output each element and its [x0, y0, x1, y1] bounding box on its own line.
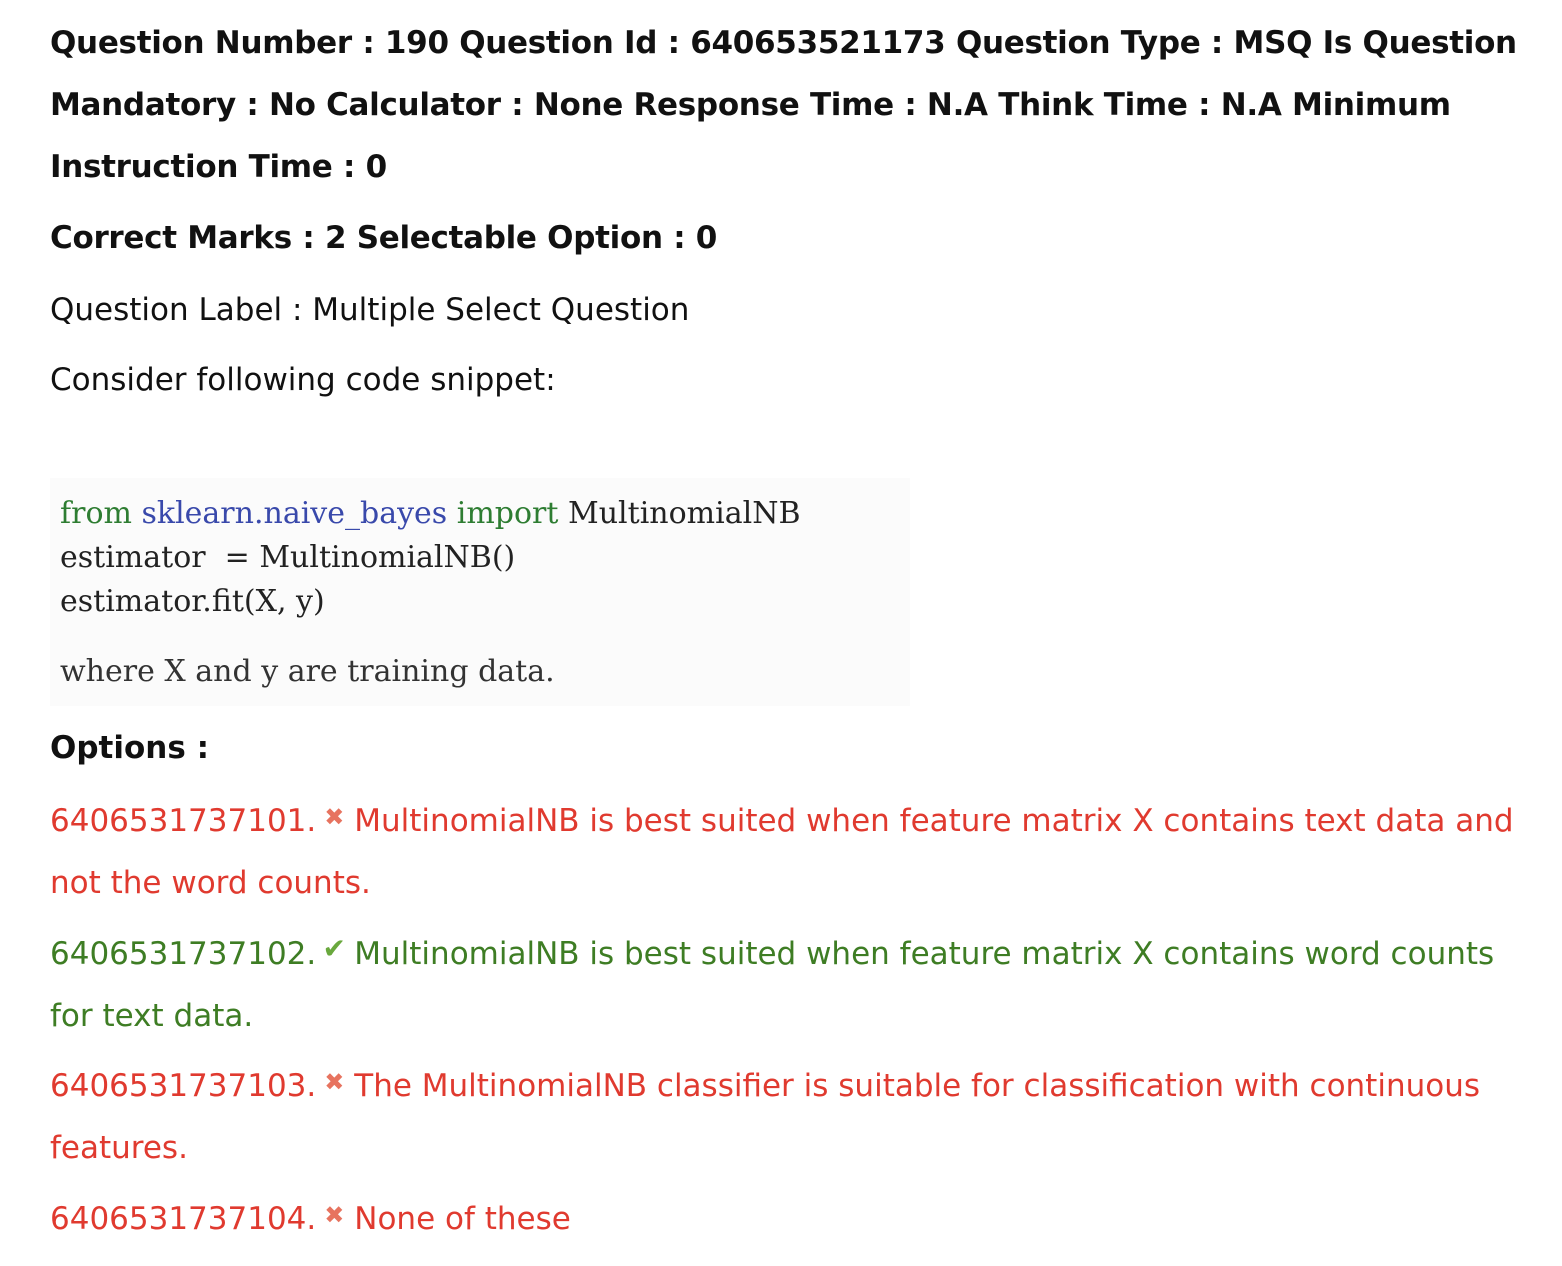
code-module: sklearn.naive_bayes [141, 496, 448, 531]
code-keyword-import: import [456, 496, 559, 531]
option-id: 6406531737104. [50, 1201, 317, 1237]
options-heading: Options : [50, 730, 209, 766]
code-note: where X and y are training data. [60, 654, 555, 689]
question-label: Question Label : Multiple Select Questio… [50, 292, 690, 328]
code-line-3: estimator.fit(X, y) [60, 584, 325, 619]
code-block: from sklearn.naive_bayes import Multinom… [60, 492, 801, 624]
code-class: MultinomialNB [568, 496, 801, 531]
question-meta: Question Number : 190 Question Id : 6406… [50, 25, 1517, 185]
question-text: Consider following code snippet: [50, 362, 556, 398]
option-2: 6406531737102. ✔ MultinomialNB is best sui… [50, 918, 1530, 1047]
option-id: 6406531737103. [50, 1068, 317, 1104]
question-page: Question Number : 190 Question Id : 6406… [0, 0, 1562, 1266]
option-text: None of these [354, 1201, 571, 1237]
check-icon: ✔ [322, 932, 346, 965]
code-snippet-image: from sklearn.naive_bayes import Multinom… [50, 478, 910, 706]
option-4: 6406531737104. ✖ None of these [50, 1184, 1530, 1250]
cross-icon: ✖ [324, 1068, 345, 1096]
option-id: 6406531737102. [50, 936, 317, 972]
code-line-2: estimator = MultinomialNB() [60, 540, 516, 575]
option-id: 6406531737101. [50, 803, 317, 839]
option-3: 6406531737103. ✖ The MultinomialNB classif… [50, 1051, 1530, 1179]
cross-icon: ✖ [324, 803, 345, 831]
code-keyword-from: from [60, 496, 132, 531]
marks-meta: Correct Marks : 2 Selectable Option : 0 [50, 220, 718, 256]
cross-icon: ✖ [324, 1201, 345, 1229]
option-1: 6406531737101. ✖ MultinomialNB is best sui… [50, 786, 1530, 914]
